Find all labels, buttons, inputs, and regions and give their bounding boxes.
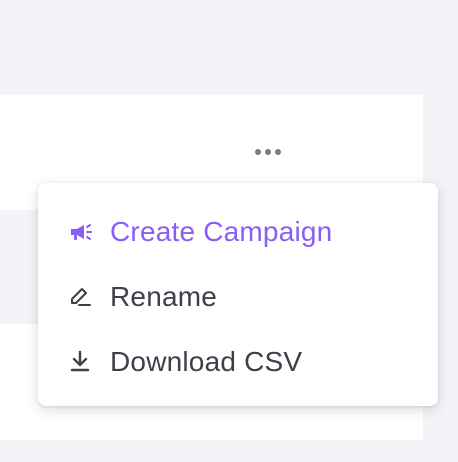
pencil-icon xyxy=(68,284,94,310)
more-horizontal-icon xyxy=(255,149,261,155)
more-horizontal-icon xyxy=(275,149,281,155)
context-menu: Create Campaign Rename Download CSV xyxy=(38,183,438,406)
megaphone-icon xyxy=(68,219,94,245)
menu-item-label: Rename xyxy=(110,280,218,312)
more-options-button[interactable] xyxy=(247,137,289,167)
menu-item-create-campaign[interactable]: Create Campaign xyxy=(38,199,438,264)
more-horizontal-icon xyxy=(265,149,271,155)
menu-item-rename[interactable]: Rename xyxy=(38,264,438,329)
menu-item-label: Download CSV xyxy=(110,345,303,377)
download-icon xyxy=(68,349,94,375)
menu-item-download-csv[interactable]: Download CSV xyxy=(38,329,438,394)
menu-item-label: Create Campaign xyxy=(110,215,333,247)
